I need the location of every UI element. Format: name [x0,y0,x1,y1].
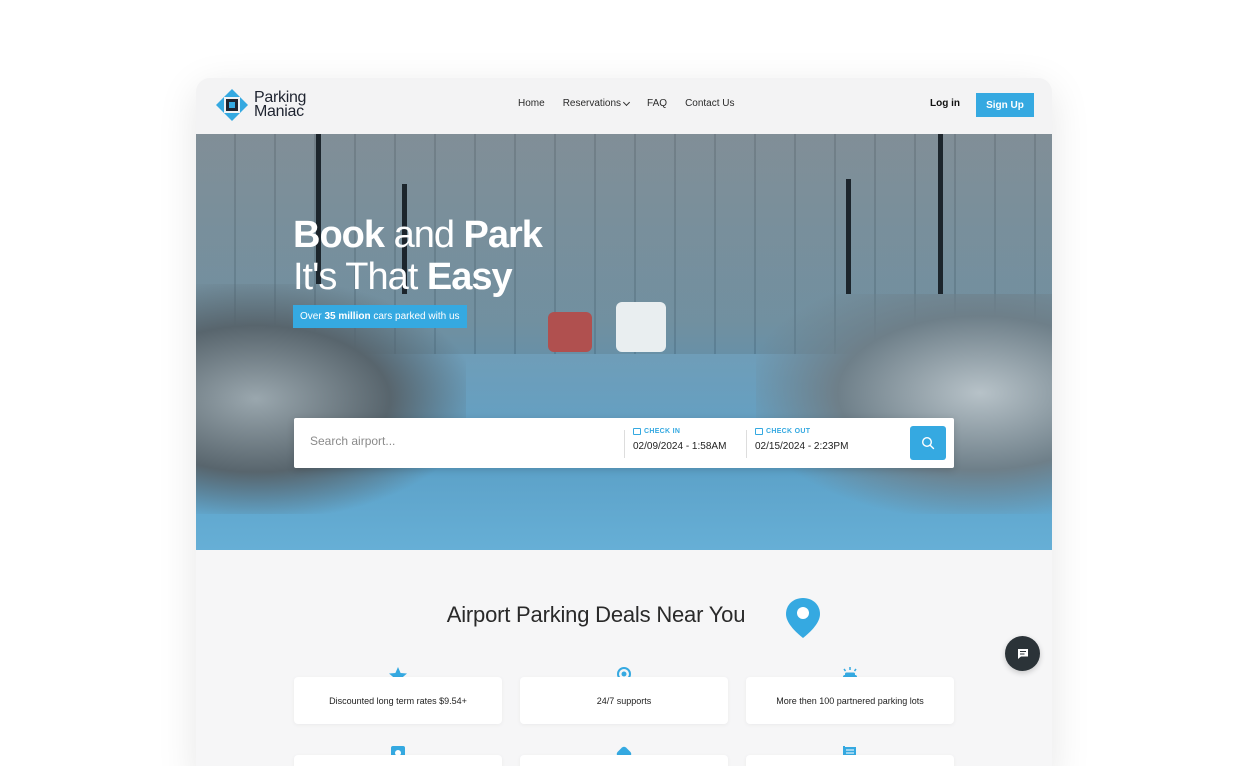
hero-title-easy: Easy [426,256,513,298]
logo-icon [216,89,248,121]
nav-home[interactable]: Home [518,98,545,109]
nav-reservations[interactable]: Reservations [562,98,631,109]
chat-icon [1017,648,1028,659]
main-nav: Home Reservations FAQ Contact Us [518,98,735,109]
nav-faq-label: FAQ [647,98,668,109]
checkout-value: 02/15/2024 - 2:23PM [755,441,849,452]
hero-section: Book and Park It's That Easy Over 35 mil… [196,134,1052,550]
hero-title-park: Park [463,214,543,256]
search-icon [921,436,935,450]
badge-count: 35 million [324,311,371,322]
car-van [616,302,666,352]
signup-button[interactable]: Sign Up [976,93,1034,117]
search-button[interactable] [910,426,946,460]
hero-title-book: Book [293,214,385,256]
calendar-icon [633,428,641,435]
divider [746,430,747,458]
site-header: Parking Maniac Home Reservations FAQ Con… [196,78,1052,134]
nav-contact-label: Contact Us [685,98,735,109]
hero-title-and: and [393,214,455,256]
nav-faq[interactable]: FAQ [647,98,667,109]
feature-card: More then 100 partnered parking lots [746,677,954,724]
logo-line2: Maniac [254,103,304,120]
feature-label: Discounted long term rates $9.54+ [329,695,467,706]
logo-text: Parking Maniac [254,90,306,120]
badge-suffix: cars parked with us [373,311,460,322]
search-bar: CHECK IN 02/09/2024 - 1:58AM CHECK OUT 0… [294,418,954,468]
deals-title: Airport Parking Deals Near You [446,602,746,627]
airport-search-input[interactable] [310,434,600,448]
checkin-label: CHECK IN [644,428,681,435]
location-pin-icon [786,598,820,638]
nav-home-label: Home [518,98,545,109]
feature-card: Discounted long term rates $9.54+ [294,677,502,724]
login-link[interactable]: Log in [930,98,960,109]
car-red [548,312,592,352]
browser-frame: Parking Maniac Home Reservations FAQ Con… [196,78,1052,766]
feature-card: 24/7 supports [520,677,728,724]
parked-cars-right [756,294,1052,514]
feature-label: More then 100 partnered parking lots [776,695,924,706]
checkin-value: 02/09/2024 - 1:58AM [633,441,727,452]
feature-card [294,755,502,766]
light-pole [846,179,851,294]
nav-reservations-label: Reservations [562,98,622,109]
light-pole [938,134,943,294]
checkout-field[interactable]: CHECK OUT 02/15/2024 - 2:23PM [755,428,848,452]
calendar-icon [755,428,763,435]
feature-card [746,755,954,766]
checkout-label: CHECK OUT [766,428,811,435]
hero-title: Book and Park It's That Easy [293,214,543,298]
feature-card [520,755,728,766]
badge-prefix: Over [300,311,322,322]
checkin-field[interactable]: CHECK IN 02/09/2024 - 1:58AM [633,428,726,452]
logo[interactable]: Parking Maniac [214,87,324,125]
hero-title-its-that: It's That [293,256,418,298]
divider [624,430,625,458]
stats-badge: Over 35 million cars parked with us [293,305,467,328]
chat-button[interactable] [1005,636,1040,671]
feature-label: 24/7 supports [596,695,652,706]
chevron-down-icon [623,98,631,106]
nav-contact[interactable]: Contact Us [685,98,734,109]
